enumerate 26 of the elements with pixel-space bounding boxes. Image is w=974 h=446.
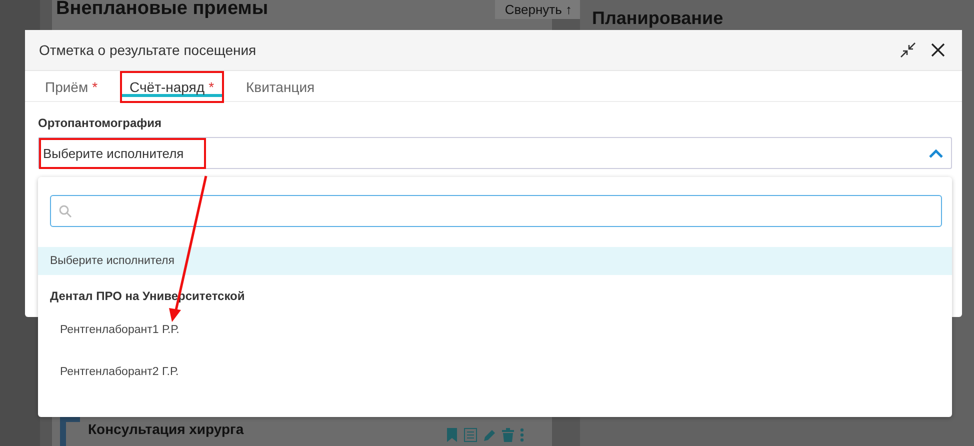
dialog-title: Отметка о результате посещения (39, 42, 258, 58)
tab[interactable]: Квитанция (236, 71, 325, 103)
dropdown-option[interactable]: Выберите исполнителя (38, 247, 952, 275)
select-field[interactable]: Выберите исполнителя (38, 137, 952, 169)
search-field[interactable] (50, 195, 942, 227)
list-icon[interactable] (464, 428, 477, 442)
edit-icon[interactable] (483, 428, 496, 442)
trash-icon[interactable] (502, 428, 514, 442)
dropdown-option[interactable]: Рентгенлаборант1 Р.Р. (38, 309, 952, 351)
dropdown-option[interactable]: Рентгенлаборант2 Г.Р. (38, 351, 952, 393)
more-icon[interactable] (520, 428, 524, 442)
close-icon[interactable] (930, 42, 946, 58)
field-label: Ортопантомография (38, 116, 163, 130)
search-icon (59, 204, 72, 218)
chevron-icon (929, 148, 943, 158)
required-mark: * (92, 79, 98, 95)
tab[interactable]: Счёт-наряд * (120, 71, 224, 103)
tab[interactable]: Приём * (35, 71, 108, 103)
minimize-icon[interactable] (900, 42, 916, 58)
collapse-button[interactable]: Свернуть ↑ (494, 0, 582, 19)
required-mark: * (208, 79, 214, 95)
section-title: Планирование (592, 8, 724, 28)
section-title: Внеплановые приемы (56, 0, 268, 20)
card-title: Консультация хирурга (88, 421, 245, 437)
bookmark-icon[interactable] (446, 428, 458, 442)
bracket-icon (58, 416, 80, 446)
